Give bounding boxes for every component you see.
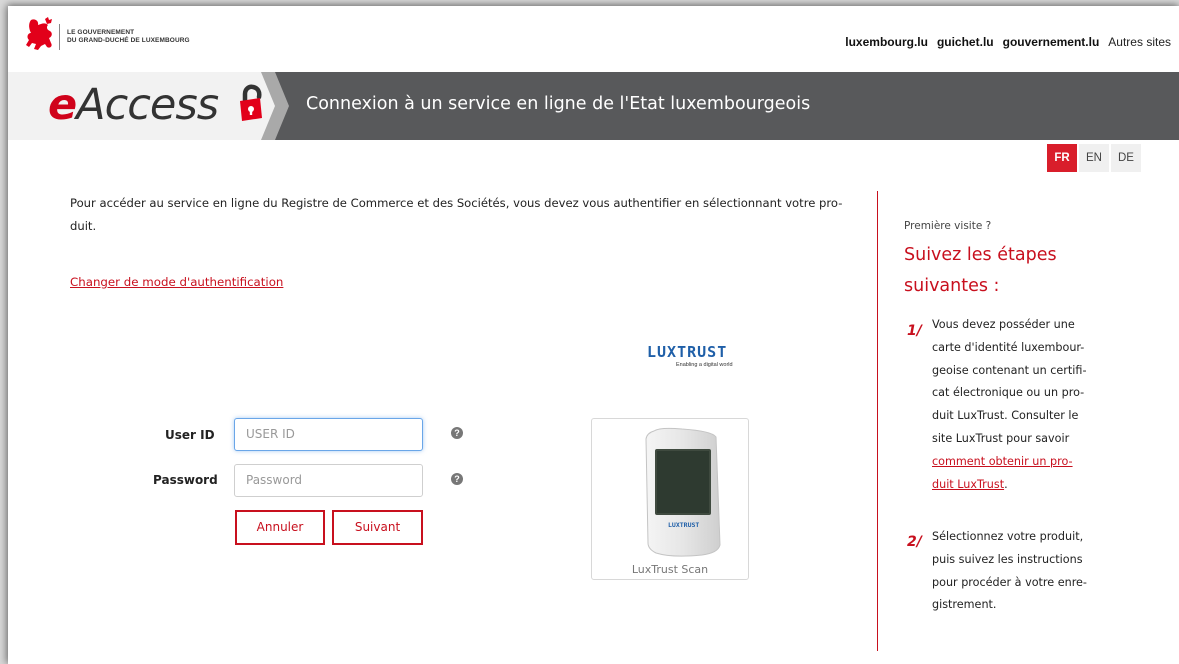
lang-fr[interactable]: FR	[1047, 144, 1077, 172]
step-1-text: Vous devez posséder une carte d'identité…	[932, 314, 1102, 496]
step-2-line: Sélectionnez votre produit,	[932, 530, 1084, 543]
browser-page: LE GOUVERNEMENT DU GRAND-DUCHÉ DE LUXEMB…	[8, 6, 1179, 664]
step-1-number: 1/	[907, 323, 922, 339]
intro-text: Pour accéder au service en ligne du Regi…	[70, 192, 845, 238]
external-links: luxembourg.lu guichet.lu gouvernement.lu…	[836, 35, 1171, 49]
government-name: LE GOUVERNEMENT DU GRAND-DUCHÉ DE LUXEMB…	[67, 29, 190, 45]
link-other-sites[interactable]: Autres sites	[1108, 35, 1171, 49]
step-2-number: 2/	[907, 534, 922, 550]
step-1-line: Vous devez posséder une	[932, 318, 1075, 331]
steps-title-line-2: suivantes :	[904, 276, 1000, 296]
step-1-line: carte d'identité luxembour-	[932, 340, 1085, 354]
language-switcher: FR EN DE	[1045, 144, 1141, 172]
step-1-line: geoise contenant un certifi-	[932, 363, 1087, 377]
next-button[interactable]: Suivant	[332, 510, 423, 545]
top-bar: LE GOUVERNEMENT DU GRAND-DUCHÉ DE LUXEMB…	[8, 6, 1179, 72]
step-2-line: gistrement.	[932, 598, 997, 612]
step-1-link-line: duit LuxTrust.	[932, 474, 1102, 497]
step-1-period: .	[1004, 477, 1008, 491]
step-1-line: site LuxTrust pour savoir	[932, 431, 1070, 445]
eaccess-logo-e: e	[48, 80, 77, 130]
step-2-text: Sélectionnez votre produit, puis suivez …	[932, 526, 1102, 617]
page-title: Connexion à un service en ligne de l'Eta…	[306, 94, 811, 114]
first-visit-label: Première visite ?	[904, 220, 992, 232]
luxtrust-product-link[interactable]: comment obtenir un pro-	[932, 455, 1073, 468]
gov-line-2: DU GRAND-DUCHÉ DE LUXEMBOURG	[67, 37, 190, 44]
device-brand-label: LUXTRUST	[668, 521, 699, 529]
luxembourg-lion-icon[interactable]	[23, 16, 57, 52]
luxtrust-scan-device-image: LUXTRUST	[645, 427, 721, 557]
lang-de[interactable]: DE	[1111, 144, 1141, 172]
intro-line-2: duit.	[70, 219, 97, 233]
luxtrust-logo: LUXTRUST Enabling a digital world	[647, 343, 733, 368]
step-2-line: puis suivez les instructions	[932, 552, 1083, 566]
question-circle-icon[interactable]: ?	[451, 473, 463, 485]
steps-title: Suivez les étapes suivantes :	[904, 240, 1104, 302]
cancel-button[interactable]: Annuler	[235, 510, 325, 545]
link-gouvernement-lu[interactable]: gouvernement.lu	[1003, 35, 1100, 49]
step-1-line: duit LuxTrust. Consulter le	[932, 409, 1079, 423]
password-input[interactable]: Password	[234, 464, 423, 497]
device-caption: LuxTrust Scan	[631, 563, 709, 576]
eaccess-logo-text: Access	[76, 80, 219, 130]
step-1-link-line: comment obtenir un pro-	[932, 451, 1102, 474]
luxtrust-tagline: Enabling a digital world	[676, 362, 733, 368]
question-circle-icon[interactable]: ?	[451, 427, 463, 439]
luxtrust-scan-card[interactable]: LUXTRUST LuxTrust Scan	[591, 418, 749, 580]
intro-line-1: Pour accéder au service en ligne du Regi…	[70, 196, 843, 210]
link-luxembourg-lu[interactable]: luxembourg.lu	[845, 35, 928, 49]
step-1-line: cat électronique ou un pro-	[932, 386, 1085, 400]
change-auth-mode-link[interactable]: Changer de mode d'authentification	[70, 275, 283, 289]
eaccess-logo[interactable]: eAccess	[48, 80, 219, 130]
step-2-line: pour procéder à votre enre-	[932, 575, 1087, 589]
steps-title-line-1: Suivez les étapes	[904, 245, 1057, 265]
logo-divider	[59, 24, 60, 50]
luxtrust-product-link[interactable]: duit LuxTrust	[932, 478, 1004, 491]
gov-line-1: LE GOUVERNEMENT	[67, 29, 135, 36]
sidebar-divider	[877, 191, 878, 651]
lang-en[interactable]: EN	[1079, 144, 1109, 172]
eaccess-banner: eAccess Connexion à un service en ligne …	[8, 72, 1179, 140]
lock-icon	[240, 84, 262, 121]
userid-input[interactable]: USER ID	[234, 418, 423, 451]
luxtrust-logo-text: LUXTRUST	[647, 343, 727, 361]
password-label: Password	[153, 473, 218, 487]
userid-label: User ID	[165, 428, 215, 442]
link-guichet-lu[interactable]: guichet.lu	[937, 35, 994, 49]
